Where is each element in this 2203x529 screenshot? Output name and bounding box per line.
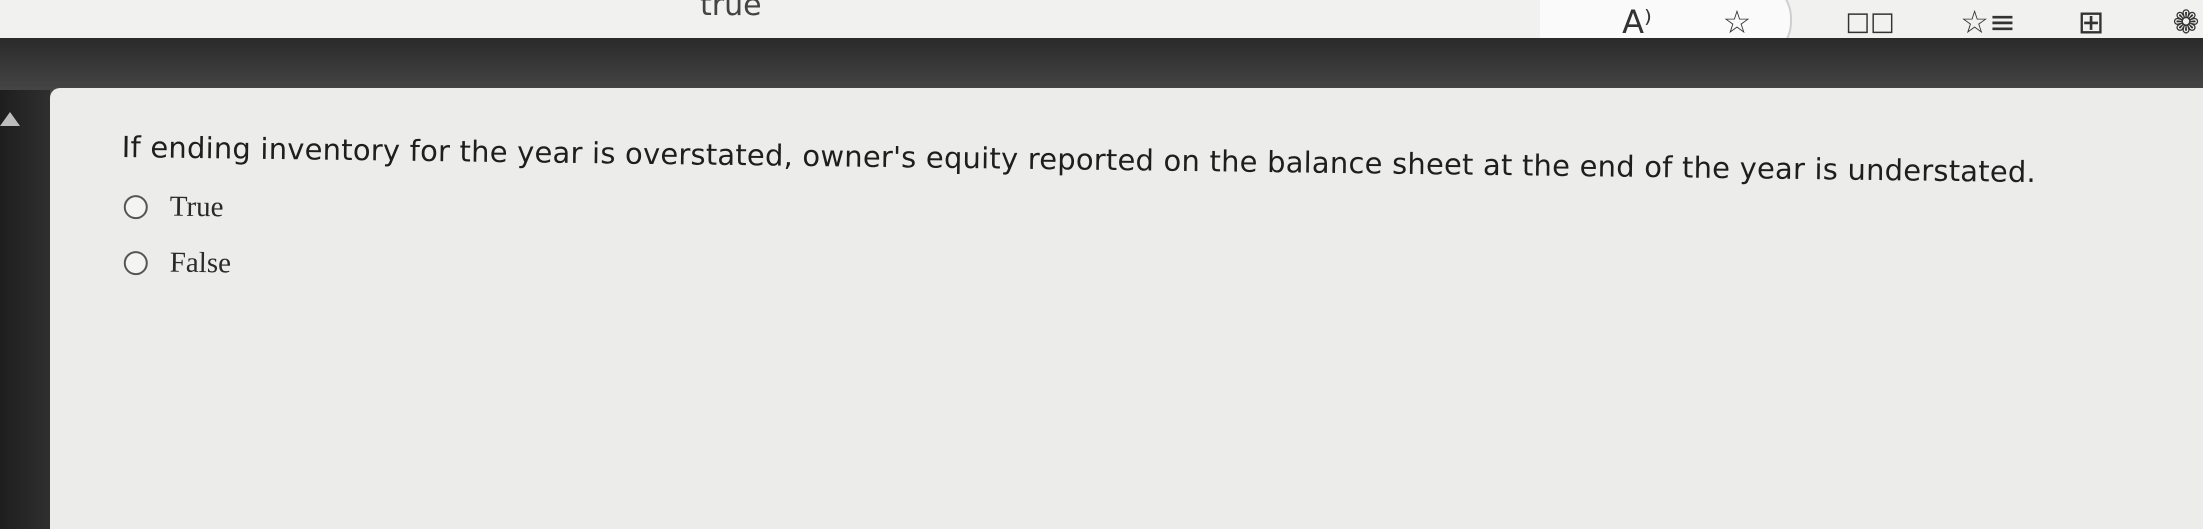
radio-true[interactable]	[123, 194, 148, 219]
scroll-up-icon[interactable]	[0, 112, 20, 126]
split-screen-icon[interactable]: □□	[1842, 2, 1898, 42]
option-label-false: False	[169, 246, 232, 280]
option-false[interactable]: False	[123, 246, 232, 280]
collections-icon[interactable]: ⊞	[2066, 2, 2116, 42]
radio-false[interactable]	[123, 250, 148, 275]
address-bar-text[interactable]: true	[700, 0, 762, 23]
favorite-star-icon[interactable]: ☆	[1712, 2, 1762, 42]
option-true[interactable]: True	[123, 190, 224, 224]
extensions-icon[interactable]: ❁	[2166, 2, 2203, 42]
favorites-list-icon[interactable]: ☆≡	[1958, 2, 2018, 42]
option-label-true: True	[169, 190, 224, 224]
screen-bezel-left	[0, 90, 50, 529]
read-aloud-icon[interactable]: A⁾	[1612, 2, 1662, 42]
